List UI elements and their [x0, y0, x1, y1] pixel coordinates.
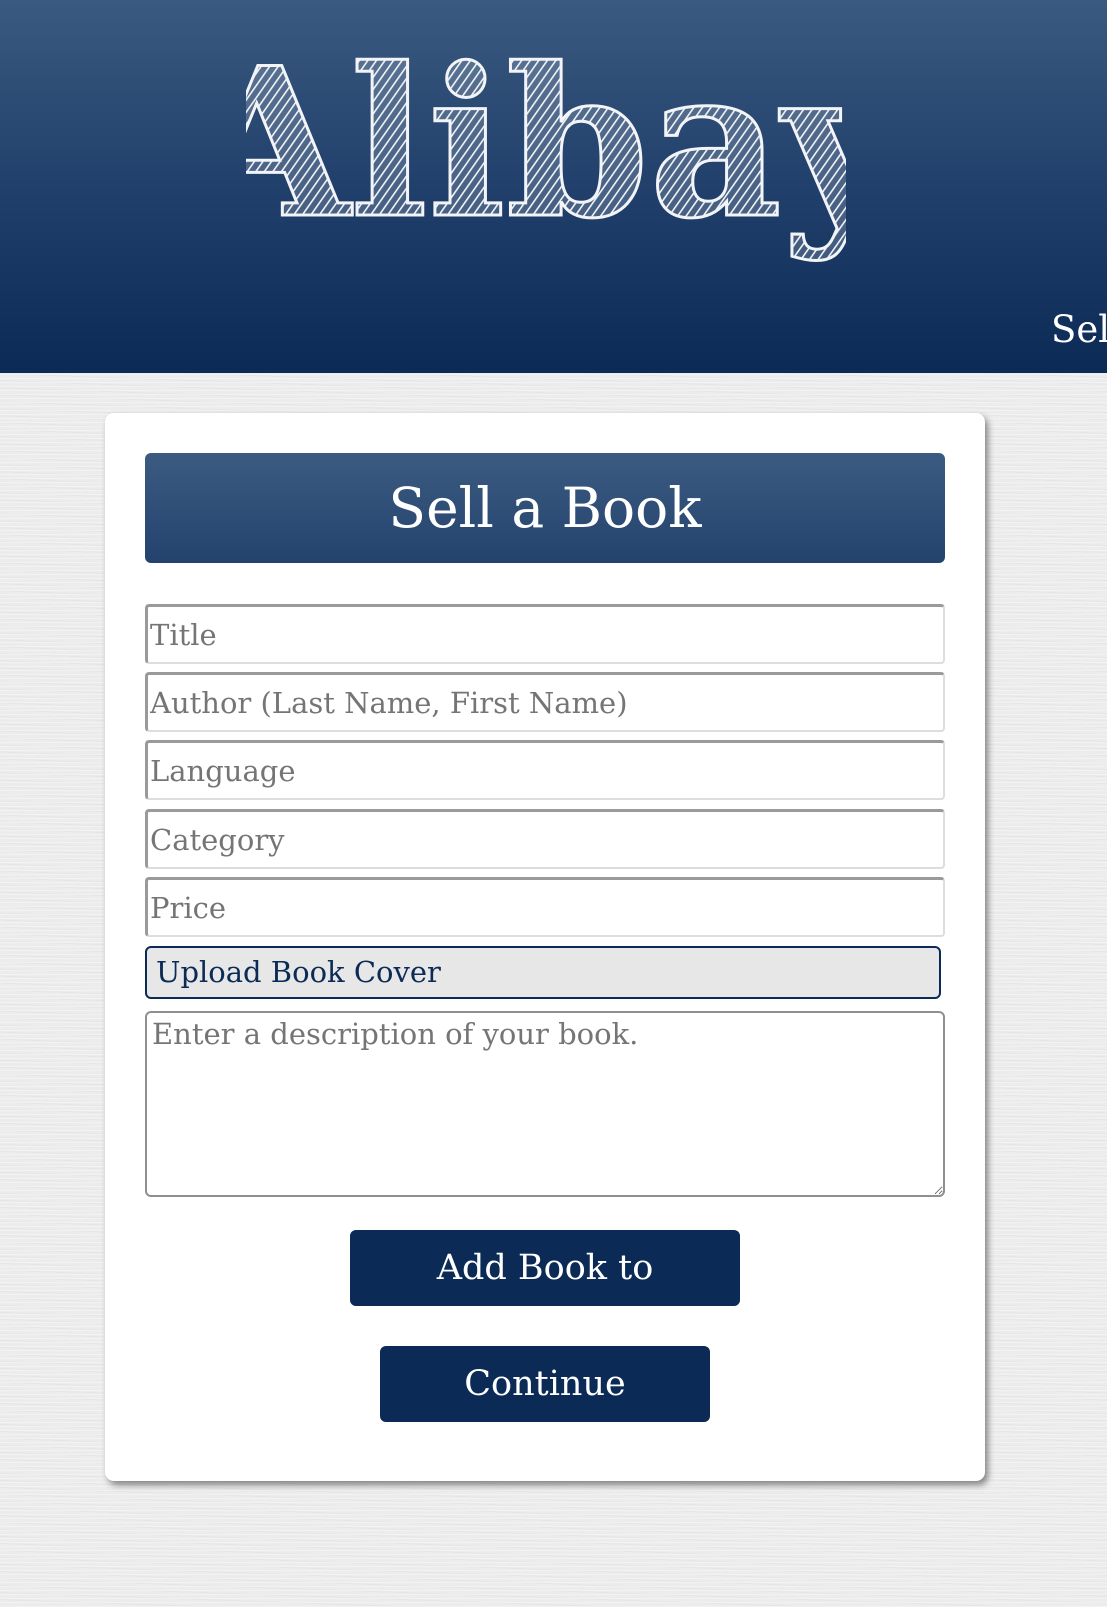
- sell-book-heading: Sell a Book: [145, 453, 945, 563]
- sell-book-card: Sell a Book Upload Book Cover Add Book t…: [105, 413, 985, 1481]
- add-book-to-inventory-button[interactable]: Add Book to Inventory: [350, 1230, 740, 1364]
- upload-book-cover-button[interactable]: Upload Book Cover: [145, 946, 941, 999]
- alibay-logo[interactable]: Alibay: [246, 50, 846, 280]
- description-textarea[interactable]: [145, 1011, 945, 1197]
- logo-text: Alibay: [246, 50, 846, 264]
- nav-sell-link[interactable]: Sell: [1051, 307, 1107, 353]
- continue-shopping-button[interactable]: Continue Shopping: [380, 1346, 710, 1480]
- title-input[interactable]: [145, 604, 945, 664]
- category-input[interactable]: [145, 809, 945, 869]
- site-header: Alibay Sell: [0, 0, 1107, 373]
- price-input[interactable]: [145, 877, 945, 937]
- language-input[interactable]: [145, 740, 945, 800]
- author-input[interactable]: [145, 672, 945, 732]
